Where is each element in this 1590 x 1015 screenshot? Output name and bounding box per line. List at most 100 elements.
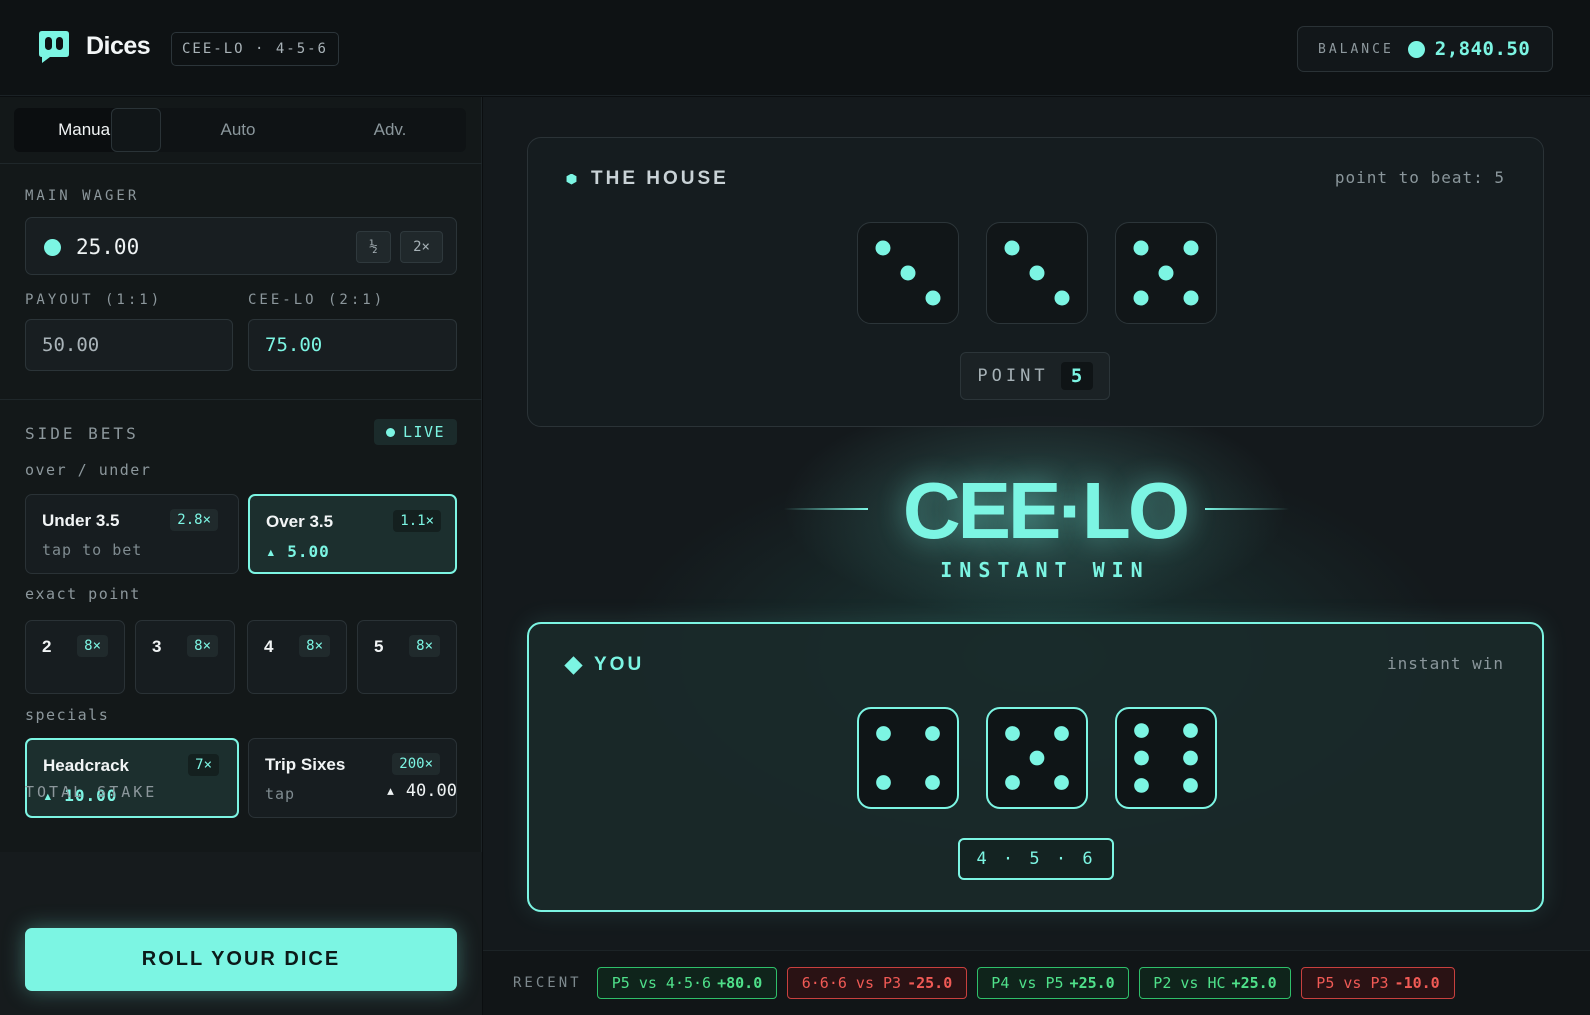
- half-wager-button[interactable]: ½: [356, 231, 391, 263]
- multiplier-badge: 8×: [409, 635, 440, 657]
- bet-over-3-5[interactable]: Over 3.5 1.1× ▴ 5.00: [248, 494, 457, 574]
- tab-auto[interactable]: Auto: [166, 108, 310, 152]
- house-die-2: [986, 222, 1088, 324]
- recent-result-chip[interactable]: P5 vs 4·5·6 +80.0: [597, 967, 777, 999]
- die-pip: [875, 240, 891, 256]
- die-pip: [1133, 290, 1149, 306]
- result-title: CEE·LO: [902, 466, 1190, 555]
- payout-field: 50.00: [25, 319, 233, 371]
- ceelo-payout-field: 75.00: [248, 319, 457, 371]
- bet-title: 3: [152, 637, 162, 656]
- house-title-text: THE HOUSE: [591, 168, 729, 189]
- point-value: 5: [1060, 362, 1093, 390]
- diamond-icon: [564, 655, 583, 675]
- bet-title: 4: [264, 637, 274, 656]
- die-pip: [1134, 723, 1149, 738]
- die-pip: [1134, 750, 1149, 766]
- bet-headcrack[interactable]: Headcrack 7× ▴ 10.00: [25, 738, 239, 818]
- specials-label: specials: [25, 706, 110, 724]
- side-bets-label: SIDE BETS: [25, 424, 139, 443]
- tab-slider-handle: [111, 108, 161, 152]
- die-pip: [1183, 723, 1198, 738]
- bet-status: tap: [265, 785, 296, 803]
- ceelo-payout-label: CEE-LO (2:1): [248, 292, 386, 308]
- bet-mode-tabs: Manual Auto Adv.: [14, 108, 466, 152]
- recent-amount: -10.0: [1394, 974, 1440, 992]
- bet-panel: Manual Auto Adv. MAIN WAGER 25.00 ½ 2× P…: [0, 97, 482, 1015]
- die-pip: [876, 726, 891, 741]
- recent-matchup: P5 vs 4·5·6: [611, 974, 712, 992]
- bet-stake: ▴ 5.00: [266, 542, 330, 561]
- wager-input[interactable]: 25.00 ½ 2×: [25, 217, 457, 275]
- house-die-3: [1115, 222, 1217, 324]
- recent-result-chip[interactable]: P2 vs HC +25.0: [1139, 967, 1291, 999]
- die-pip: [1004, 240, 1020, 256]
- divider: [0, 399, 482, 400]
- multiplier-badge: 8×: [299, 635, 330, 657]
- bet-title: 5: [374, 637, 384, 656]
- player-title-text: YOU: [594, 654, 645, 675]
- coin-icon: [44, 239, 61, 256]
- player-result-note: instant win: [1387, 654, 1504, 673]
- recent-matchup: P5 vs P3: [1316, 974, 1389, 992]
- point-label: POINT: [977, 366, 1049, 386]
- die-pip: [1029, 750, 1045, 766]
- multiplier-badge: 1.1×: [393, 510, 441, 532]
- glow-line-left: [784, 508, 868, 510]
- recent-amount: +25.0: [1231, 974, 1277, 992]
- balance-label: BALANCE: [1318, 41, 1394, 57]
- exact-point-label: exact point: [25, 585, 141, 603]
- multiplier-badge: 8×: [77, 635, 108, 657]
- player-panel: YOU instant win 4 · 5 · 6: [527, 622, 1544, 912]
- live-badge: LIVE: [374, 419, 457, 445]
- hexagon-icon: [566, 173, 577, 185]
- recent-amount: -25.0: [907, 974, 953, 992]
- player-die-2: [986, 707, 1088, 809]
- bet-exact-point-5[interactable]: 5 8×: [357, 620, 457, 694]
- recent-matchup: 6·6·6 vs P3: [801, 974, 902, 992]
- die-pip: [925, 290, 941, 306]
- bet-title: Headcrack: [43, 756, 130, 775]
- recent-matchup: P2 vs HC: [1153, 974, 1226, 992]
- wager-value[interactable]: 25.00: [76, 235, 139, 259]
- recent-result-chip[interactable]: 6·6·6 vs P3 -25.0: [787, 967, 967, 999]
- tab-advanced[interactable]: Adv.: [318, 108, 462, 152]
- die-pip: [1054, 726, 1069, 741]
- point-to-beat-note: point to beat: 5: [1334, 168, 1505, 187]
- die-pip: [1183, 778, 1198, 793]
- game-mode-badge[interactable]: CEE-LO · 4-5-6: [171, 32, 339, 66]
- coin-icon: [1407, 40, 1425, 58]
- bet-exact-point-2[interactable]: 2 8×: [25, 620, 125, 694]
- bet-title: 2: [42, 637, 52, 656]
- glow-line-right: [1205, 508, 1289, 510]
- recent-amount: +25.0: [1069, 974, 1115, 992]
- house-title: THE HOUSE: [566, 168, 729, 190]
- die-pip: [925, 726, 940, 741]
- divider: [0, 163, 482, 164]
- balance-display: BALANCE 2,840.50: [1297, 26, 1553, 72]
- recent-result-chip[interactable]: P4 vs P5 +25.0: [977, 967, 1129, 999]
- die-pip: [1134, 778, 1149, 793]
- recent-result-chip[interactable]: P5 vs P3 -10.0: [1301, 967, 1455, 999]
- bet-exact-point-3[interactable]: 3 8×: [135, 620, 235, 694]
- dice-logo-icon: [39, 31, 69, 63]
- live-label: LIVE: [402, 423, 446, 441]
- recent-matchup: P4 vs P5: [991, 974, 1064, 992]
- bet-title: Trip Sixes: [265, 755, 346, 774]
- roll-dice-button[interactable]: ROLL YOUR DICE: [25, 928, 457, 991]
- recent-results-bar: RECENT P5 vs 4·5·6 +80.0 6·6·6 vs P3 -25.0…: [483, 950, 1590, 1015]
- bet-trip-sixes[interactable]: Trip Sixes 200× tap: [248, 738, 457, 818]
- player-die-1: [857, 707, 959, 809]
- bet-under-3-5[interactable]: Under 3.5 2.8× tap to bet: [25, 494, 239, 574]
- house-panel: THE HOUSE point to beat: 5 POINT 5: [527, 137, 1544, 427]
- over-under-label: over / under: [25, 461, 152, 479]
- balance-value: 2,840.50: [1434, 38, 1531, 60]
- die-pip: [1183, 240, 1199, 256]
- bet-exact-point-4[interactable]: 4 8×: [247, 620, 347, 694]
- multiplier-badge: 8×: [187, 635, 218, 657]
- player-combo-display: 4 · 5 · 6: [958, 838, 1114, 880]
- die-pip: [925, 775, 940, 790]
- die-pip: [1133, 240, 1149, 256]
- payout-label: PAYOUT (1:1): [25, 292, 163, 308]
- double-wager-button[interactable]: 2×: [400, 231, 443, 263]
